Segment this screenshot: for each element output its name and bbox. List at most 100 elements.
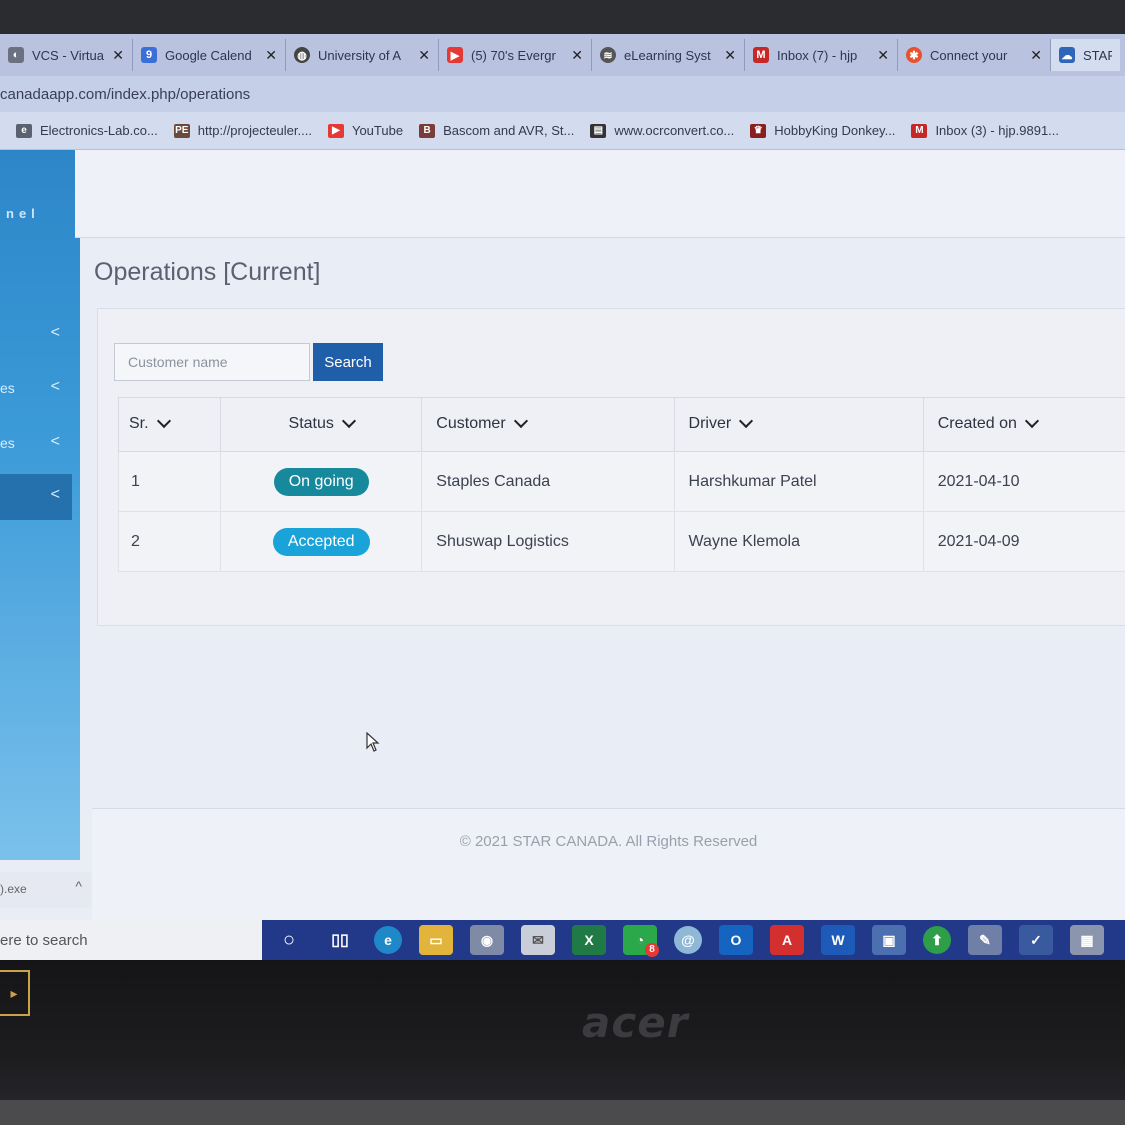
bookmark-projecteuler[interactable]: PE http://projecteuler....: [173, 123, 312, 138]
calendar-icon: 9: [141, 47, 157, 63]
sidebar-item-2[interactable]: es <: [0, 376, 72, 404]
download-item[interactable]: ).exe ^: [0, 872, 92, 908]
customer-search-input[interactable]: [114, 343, 310, 381]
youtube-icon: ▶: [447, 47, 463, 63]
power-indicator-icon: ▸: [0, 970, 30, 1016]
tab-star[interactable]: ☁ STAR: [1051, 39, 1120, 71]
cell-status: Accepted: [220, 511, 423, 572]
sidebar-item-active[interactable]: <: [0, 474, 72, 520]
url-text[interactable]: canadaapp.com/index.php/operations: [0, 86, 250, 103]
close-icon[interactable]: ✕: [112, 47, 124, 64]
cell-sr: 2: [117, 511, 222, 572]
whatsapp-icon[interactable]: ◔ 8: [623, 925, 659, 957]
cell-created-on: 2021-04-09: [922, 511, 1125, 572]
bookmark-label: Bascom and AVR, St...: [443, 123, 575, 138]
ocr-icon: ▤: [590, 123, 607, 138]
tab-elearning[interactable]: ≋ eLearning Syst ✕: [592, 39, 745, 71]
chevron-down-icon: [513, 413, 528, 428]
cell-created-on: 2021-04-10: [922, 451, 1125, 512]
close-icon[interactable]: ✕: [724, 47, 736, 64]
close-icon[interactable]: ✕: [571, 47, 583, 64]
electronics-icon: e: [16, 123, 32, 138]
task-view-icon[interactable]: ▯▯: [323, 925, 357, 955]
close-icon[interactable]: ✕: [265, 47, 277, 64]
bookmark-bascom[interactable]: B Bascom and AVR, St...: [419, 123, 574, 138]
tab-inbox[interactable]: M Inbox (7) - hjp ✕: [745, 39, 898, 71]
table-row[interactable]: 1 On going Staples Canada Harshkumar Pat…: [117, 451, 1125, 512]
chrome-icon[interactable]: ◉: [470, 925, 504, 955]
rdp-icon[interactable]: ▣: [872, 925, 906, 955]
table-header-row: Sr. Status Customer Driver Created on: [117, 397, 1125, 452]
browser-tab-bar: ◐ VCS - Virtual C ✕ 9 Google Calend ✕ ◍ …: [0, 34, 1125, 76]
excel-icon[interactable]: X: [572, 925, 606, 955]
chevron-down-icon: [739, 413, 754, 428]
tab-university[interactable]: ◍ University of A ✕: [286, 39, 439, 71]
bookmark-hobbyking[interactable]: ♛ HobbyKing Donkey...: [750, 123, 895, 138]
cell-sr: 1: [117, 451, 222, 512]
chevron-up-icon[interactable]: ^: [75, 878, 82, 894]
column-header-status[interactable]: Status: [220, 397, 423, 452]
table-row[interactable]: 2 Accepted Shuswap Logistics Wayne Klemo…: [117, 511, 1125, 572]
tab-label: Inbox (7) - hjp: [777, 47, 858, 63]
file-explorer-icon[interactable]: ▭: [419, 925, 453, 955]
bezel-top: [0, 0, 1125, 34]
cell-customer: Shuswap Logistics: [421, 511, 675, 572]
paint-icon[interactable]: ✎: [968, 925, 1002, 955]
operations-table: Sr. Status Customer Driver Created on 1 …: [117, 397, 1125, 572]
browser-icon[interactable]: @: [674, 926, 702, 954]
mouse-cursor-icon: [366, 732, 380, 752]
tab-label: VCS - Virtual C: [32, 47, 105, 63]
sidebar-item-label: es: [0, 380, 15, 396]
column-header-customer[interactable]: Customer: [421, 397, 675, 452]
column-header-driver[interactable]: Driver: [673, 397, 924, 452]
cortana-icon[interactable]: ○: [272, 925, 306, 955]
word-icon[interactable]: W: [821, 925, 855, 955]
chevron-down-icon: [1024, 413, 1039, 428]
sidebar-item-3[interactable]: es <: [0, 431, 72, 459]
page-title: Operations [Current]: [94, 258, 321, 286]
bookmark-label: www.ocrconvert.co...: [614, 123, 735, 138]
status-badge: On going: [273, 467, 369, 496]
todo-icon[interactable]: ✓: [1019, 925, 1053, 955]
close-icon[interactable]: ✕: [1030, 47, 1042, 64]
globe-icon: ◍: [294, 47, 310, 63]
close-icon[interactable]: ✕: [418, 47, 430, 64]
chevron-left-icon: <: [50, 324, 60, 341]
column-header-label: Sr.: [129, 415, 149, 433]
chevron-left-icon: <: [50, 433, 60, 450]
outlook-icon[interactable]: O: [719, 925, 753, 955]
bookmark-label: Inbox (3) - hjp.9891...: [935, 123, 1060, 138]
bookmark-inbox[interactable]: M Inbox (3) - hjp.9891...: [911, 123, 1059, 138]
tab-youtube[interactable]: ▶ (5) 70's Evergr ✕: [439, 39, 592, 71]
screen: ◐ VCS - Virtual C ✕ 9 Google Calend ✕ ◍ …: [0, 0, 1125, 960]
mail-icon[interactable]: ✉: [521, 925, 555, 955]
tab-vcs[interactable]: ◐ VCS - Virtual C ✕: [0, 39, 133, 71]
notification-badge: 8: [645, 943, 659, 957]
youtube-icon: ▶: [327, 123, 344, 138]
page: nel < es < es < < Operations [Current] S…: [0, 150, 1125, 920]
chevron-left-icon: <: [50, 378, 60, 395]
taskbar-search-box[interactable]: ere to search: [0, 920, 262, 960]
sidebar-item-1[interactable]: <: [0, 322, 72, 350]
chevron-down-icon: [156, 413, 171, 428]
tab-connect[interactable]: ✱ Connect your ✕: [898, 39, 1051, 71]
search-button[interactable]: Search: [313, 343, 383, 381]
tab-google-calendar[interactable]: 9 Google Calend ✕: [133, 39, 286, 71]
bookmark-youtube[interactable]: ▶ YouTube: [327, 123, 403, 138]
gmail-icon: M: [911, 123, 928, 138]
sidebar: nel < es < es < <: [0, 150, 80, 860]
bookmark-electronics-lab[interactable]: e Electronics-Lab.co...: [16, 123, 158, 138]
acrobat-icon[interactable]: A: [770, 925, 804, 955]
calculator-icon[interactable]: ▦: [1070, 925, 1104, 955]
address-bar[interactable]: canadaapp.com/index.php/operations: [0, 76, 1125, 112]
gear-icon: ✱: [906, 47, 922, 63]
projecteuler-icon: PE: [173, 123, 190, 138]
sidebar-brand: nel: [6, 206, 40, 221]
bookmark-ocrconvert[interactable]: ▤ www.ocrconvert.co...: [590, 123, 734, 138]
column-header-sr[interactable]: Sr.: [117, 397, 222, 452]
upload-icon[interactable]: ⬆: [923, 926, 951, 954]
close-icon[interactable]: ✕: [877, 47, 889, 64]
edge-icon[interactable]: e: [374, 926, 402, 954]
column-header-created-on[interactable]: Created on: [922, 397, 1125, 452]
taskbar-search-text: ere to search: [0, 931, 88, 949]
